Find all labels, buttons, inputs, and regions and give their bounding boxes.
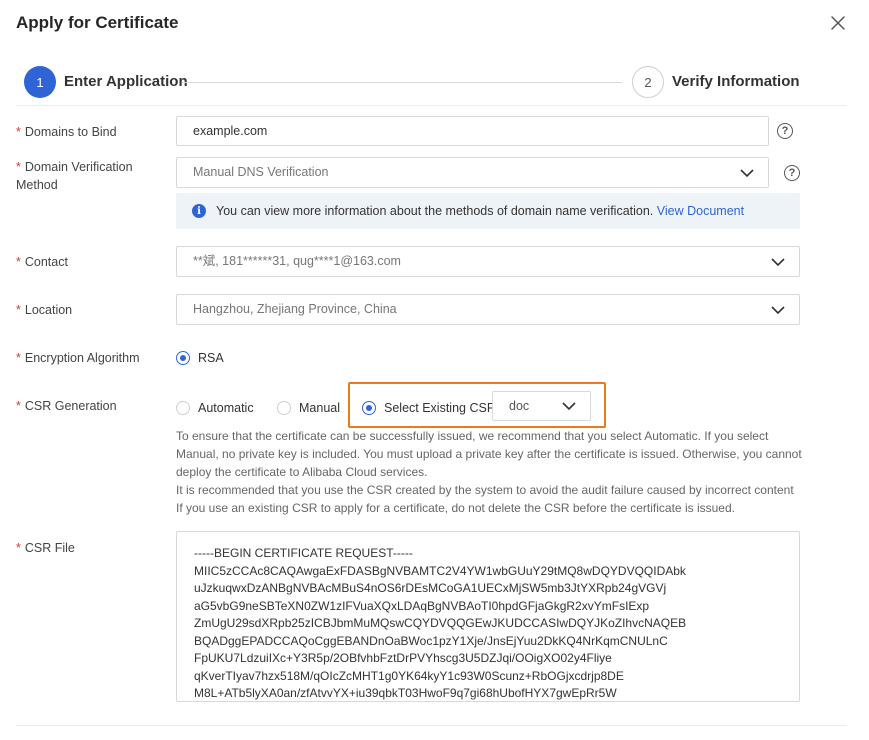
view-document-link[interactable]: View Document <box>657 204 744 218</box>
verification-select-value: Manual DNS Verification <box>193 165 329 179</box>
bottom-divider <box>16 725 847 726</box>
step-1-circle: 1 <box>24 66 56 98</box>
contact-label: * Contact <box>16 255 68 269</box>
chevron-down-icon <box>740 168 754 178</box>
select-existing-csr-label: Select Existing CSR <box>384 401 496 415</box>
csr-existing-option[interactable]: Select Existing CSR <box>362 401 496 415</box>
chevron-down-icon <box>562 401 576 411</box>
verification-help-icon[interactable]: ? <box>784 165 800 181</box>
location-select[interactable]: Hangzhou, Zhejiang Province, China <box>176 294 800 325</box>
contact-select-value: **斌, 181******31, qug****1@163.com <box>193 254 401 268</box>
csr-file-textarea[interactable]: -----BEGIN CERTIFICATE REQUEST----- MIIC… <box>176 531 800 702</box>
location-select-value: Hangzhou, Zhejiang Province, China <box>193 302 397 316</box>
info-icon: i <box>192 204 206 218</box>
step-indicator: 1 Enter Application 2 Verify Information <box>24 66 800 98</box>
step-1-label: Enter Application <box>64 73 188 90</box>
automatic-radio-label: Automatic <box>198 401 254 415</box>
select-existing-csr-radio[interactable] <box>362 401 376 415</box>
verification-select[interactable]: Manual DNS Verification <box>176 157 769 188</box>
rsa-radio[interactable] <box>176 351 190 365</box>
manual-radio-label: Manual <box>299 401 340 415</box>
verification-info-box: i You can view more information about th… <box>176 193 800 229</box>
rsa-radio-label: RSA <box>198 351 224 365</box>
existing-csr-select[interactable]: doc <box>492 391 591 421</box>
chevron-down-icon <box>771 257 785 267</box>
verification-label: * Domain Verification Method <box>16 160 133 192</box>
info-text: You can view more information about the … <box>216 204 654 218</box>
manual-radio[interactable] <box>277 401 291 415</box>
location-label: * Location <box>16 303 73 317</box>
domains-input[interactable]: example.com <box>176 116 769 146</box>
step-2-label: Verify Information <box>672 73 800 90</box>
automatic-radio[interactable] <box>176 401 190 415</box>
csr-generation-label: * CSR Generation <box>16 399 117 413</box>
top-divider <box>16 105 847 106</box>
csr-description: To ensure that the certificate can be su… <box>176 429 802 515</box>
contact-select[interactable]: **斌, 181******31, qug****1@163.com <box>176 246 800 277</box>
encryption-label: * Encryption Algorithm <box>16 351 140 365</box>
csr-automatic-option[interactable]: Automatic <box>176 401 254 415</box>
csr-file-label: * CSR File <box>16 541 75 555</box>
dialog-title: Apply for Certificate <box>16 13 179 32</box>
csr-manual-option[interactable]: Manual <box>277 401 340 415</box>
dialog-header: Apply for Certificate <box>16 12 853 36</box>
step-connector <box>182 82 622 83</box>
close-icon[interactable] <box>829 14 847 32</box>
existing-csr-select-value: doc <box>509 399 530 413</box>
chevron-down-icon <box>771 305 785 315</box>
encryption-rsa-option[interactable]: RSA <box>176 351 224 365</box>
domains-help-icon[interactable]: ? <box>777 123 793 139</box>
domains-label: * Domains to Bind <box>16 125 117 139</box>
step-2-circle: 2 <box>632 66 664 98</box>
